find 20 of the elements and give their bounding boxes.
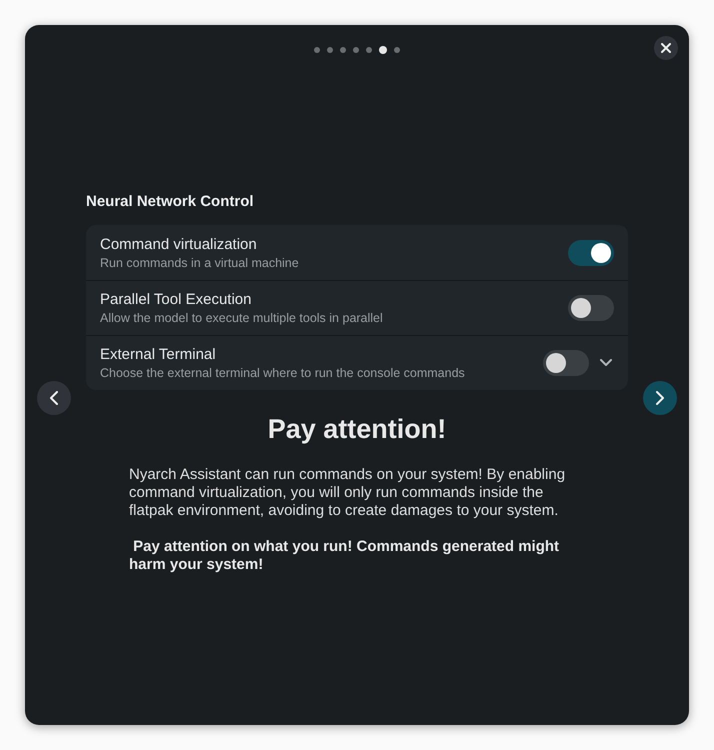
row-title: Command virtualization (100, 234, 258, 254)
toggle-switch[interactable] (543, 350, 589, 376)
chevron-right-icon (656, 391, 664, 405)
row-subtitle: Run commands in a virtual machine (100, 254, 300, 270)
heading: Pay attention! (266, 413, 448, 446)
close-button[interactable] (654, 36, 678, 60)
row-subtitle: Allow the model to execute multiple tools in parallel (100, 310, 384, 326)
chevron-down-icon[interactable] (600, 359, 612, 367)
toggle-switch[interactable] (568, 295, 614, 321)
body-text: Pay attention on what you run! Commands generated might harm your system! (129, 538, 560, 574)
row-title: External Terminal (100, 345, 217, 364)
next-button[interactable] (643, 381, 677, 415)
row-title: Parallel Tool Execution (100, 290, 252, 309)
row-subtitle: Choose the external terminal where to run the console commands (100, 365, 466, 381)
close-icon (661, 43, 671, 53)
body-text: Nyarch Assistant can run commands on your system! By enabling command virtualization, you will only run commands inside the flatpak environment, avoiding to create damages to your system. (129, 466, 566, 520)
chevron-left-icon (50, 391, 58, 405)
section-title: Neural Network Control (86, 193, 255, 211)
toggle-switch[interactable] (568, 240, 614, 266)
previous-button[interactable] (37, 381, 71, 415)
